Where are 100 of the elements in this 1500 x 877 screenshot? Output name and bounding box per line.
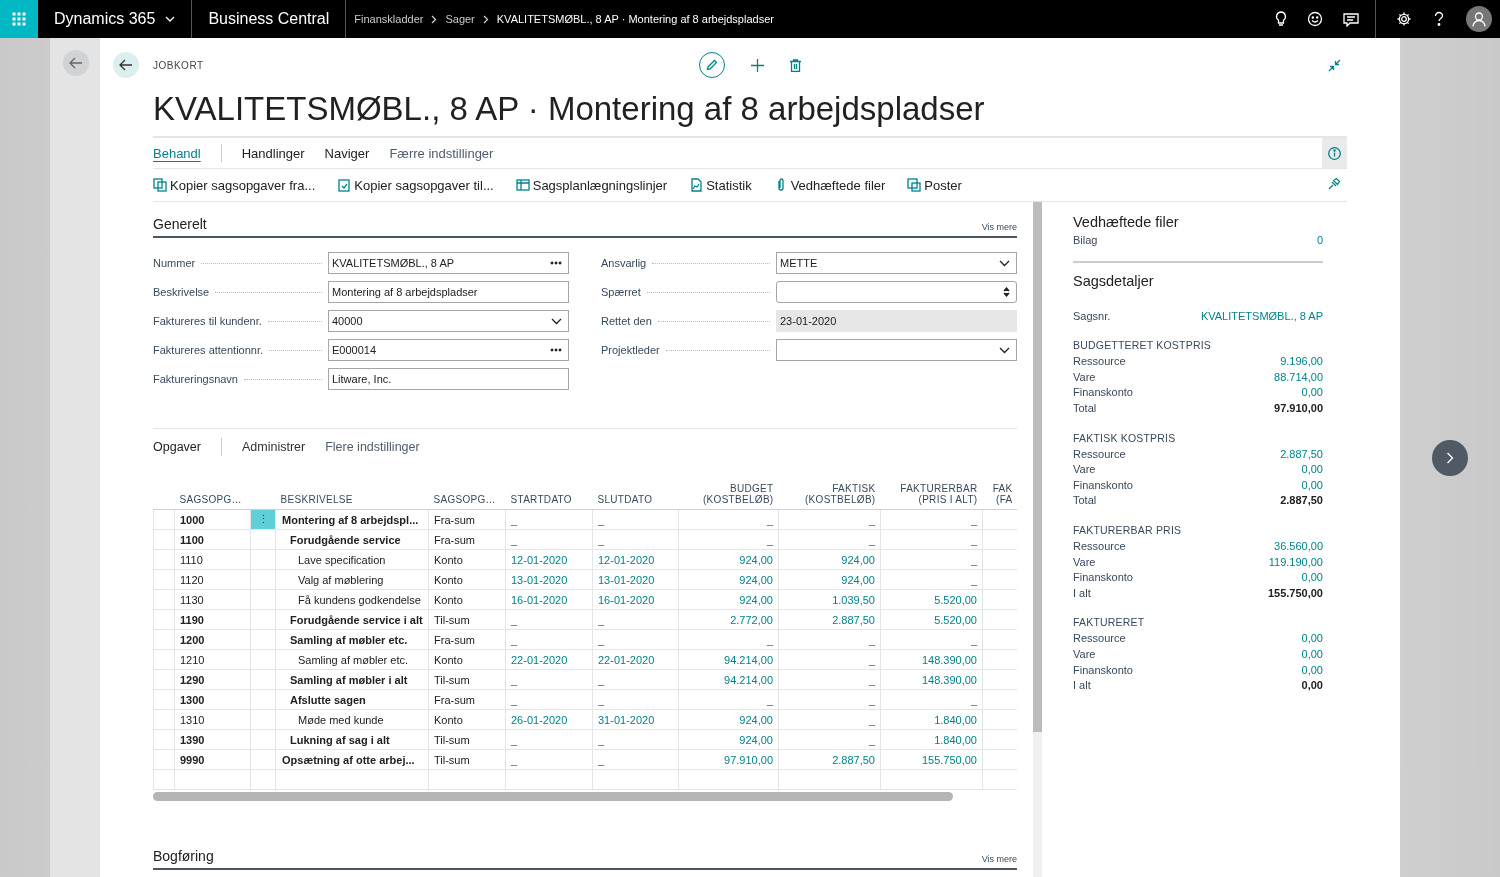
table-row[interactable]: 1190 Forudgående service i alt Til-sum _ _ 2.772,00 2.887,50 5.520,00 xyxy=(153,609,1017,630)
input-field[interactable]: 40000 xyxy=(328,310,569,332)
table-cell: _ xyxy=(678,629,779,650)
action-tab[interactable]: Handlinger xyxy=(241,143,305,163)
next-button[interactable] xyxy=(1432,440,1468,476)
factbox-value[interactable]: 0,00 xyxy=(1301,385,1323,401)
table-cell: _ xyxy=(778,689,881,710)
lightbulb-icon[interactable] xyxy=(1275,11,1287,27)
fewer-options-link[interactable]: Færre indstillinger xyxy=(389,145,494,161)
menu-link[interactable]: Administrer xyxy=(241,440,306,454)
factbox-value[interactable]: 88.714,00 xyxy=(1274,369,1323,386)
column-header[interactable]: STARTDATO xyxy=(505,467,593,510)
input-field[interactable] xyxy=(776,281,1017,303)
table-row[interactable]: 9990 Opsætning af otte arbej... Til-sum _ _ 97.910,00 2.887,50 155.750,00 xyxy=(153,749,1017,770)
back-button[interactable] xyxy=(113,52,139,78)
smiley-icon[interactable] xyxy=(1307,11,1323,27)
table-row[interactable]: 1210 Samling af møbler etc. Konto 22-01-2020 22-01-2020 94.214,00 _ 148.390,00 xyxy=(153,649,1017,670)
show-more-link[interactable]: Vis mere xyxy=(981,222,1017,232)
table-row[interactable]: 1110 Lave specification Konto 12-01-2020 12-01-2020 924,00 924,00 _ xyxy=(153,549,1017,570)
action-button[interactable]: Kopier sagsopgaver til... xyxy=(337,177,494,193)
table-row[interactable]: 1000 ⋮ Montering af 8 arbejdspl... Fra-sum _ _ _ _ _ xyxy=(153,509,1017,530)
scrollbar[interactable] xyxy=(153,792,953,801)
column-header[interactable]: BUDGET (KOSTBELØB) xyxy=(678,467,779,510)
factbox-value[interactable]: 0 xyxy=(1316,233,1323,249)
more-options-link[interactable]: Flere indstillinger xyxy=(325,440,420,454)
table-row[interactable]: 1130 Få kundens godkendelse Konto 16-01-2020 16-01-2020 924,00 1.039,50 5.520,00 xyxy=(153,589,1017,610)
factbox-label: Finanskonto xyxy=(1073,662,1133,678)
action-tab[interactable]: Behandl xyxy=(153,143,201,163)
settings-icon[interactable] xyxy=(1396,11,1412,27)
column-header[interactable]: BESKRIVELSE xyxy=(275,467,429,510)
table-cell: Samling af møbler etc. xyxy=(275,629,429,650)
factbox-value[interactable]: 0,00 xyxy=(1301,462,1323,478)
table-cell: _ xyxy=(505,729,593,750)
table-cell: _ xyxy=(880,509,983,530)
factbox-value[interactable]: 0,00 xyxy=(1301,631,1323,647)
table-cell: 1390 xyxy=(174,729,251,750)
column-header[interactable]: FAKTISK (KOSTBELØB) xyxy=(778,467,881,510)
input-field[interactable]: E000014 xyxy=(328,339,569,361)
table-cell: 94.214,00 xyxy=(678,669,779,690)
table-cell: 2.887,50 xyxy=(778,609,881,630)
table-row[interactable]: 1200 Samling af møbler etc. Fra-sum _ _ _ _ _ xyxy=(153,629,1017,650)
table-row[interactable]: 1290 Samling af møbler i alt Til-sum _ _ 94.214,00 _ 148.390,00 xyxy=(153,669,1017,690)
action-button[interactable]: Vedhæftede filer xyxy=(773,177,886,193)
plus-icon[interactable] xyxy=(751,58,764,72)
scrollbar[interactable] xyxy=(1033,202,1042,732)
pin-icon[interactable] xyxy=(1328,177,1341,190)
input-field[interactable]: KVALITETSMØBL., 8 AP xyxy=(328,252,569,274)
column-header[interactable]: FAKTURERBAR (PRIS I ALT) xyxy=(880,467,983,510)
avatar-icon[interactable] xyxy=(1466,6,1492,32)
input-field[interactable] xyxy=(776,339,1017,361)
app-launcher-icon[interactable] xyxy=(0,0,38,38)
breadcrumb[interactable]: Finanskladder xyxy=(354,13,424,25)
table-row[interactable]: 1390 Lukning af sag i alt Til-sum _ _ 924,00 _ 1.840,00 xyxy=(153,729,1017,750)
breadcrumb[interactable]: KVALITETSMØBL., 8 AP · Montering af 8 arbejdspladser xyxy=(496,13,774,25)
table-cell: _ xyxy=(592,629,679,650)
table-cell: 1.840,00 xyxy=(880,729,983,750)
action-button[interactable]: Sagsplanlægningslinjer xyxy=(515,177,668,193)
table-cell: _ xyxy=(505,529,593,550)
breadcrumb[interactable]: Sager xyxy=(445,13,475,25)
info-button[interactable] xyxy=(1322,138,1347,168)
column-header[interactable]: SAGSOPG… xyxy=(174,467,251,510)
factbox-label: Vare xyxy=(1073,646,1096,662)
action-button[interactable]: Statistik xyxy=(689,177,752,193)
factbox-value[interactable]: 0,00 xyxy=(1301,662,1323,679)
input-field[interactable]: Litware, Inc. xyxy=(328,368,569,390)
table-row[interactable]: 1100 Forudgående service Fra-sum _ _ _ _ _ xyxy=(153,529,1017,550)
factbox-value: 0,00 xyxy=(1301,678,1323,694)
field-label: Faktureres attentionnr. xyxy=(153,344,264,356)
column-header[interactable]: SLUTDATO xyxy=(592,467,679,510)
page-title: KVALITETSMØBL., 8 AP · Montering af 8 arbejdspladser xyxy=(153,88,1347,138)
factbox-value[interactable]: 36.560,00 xyxy=(1274,538,1323,555)
trash-icon[interactable] xyxy=(790,58,801,72)
column-header[interactable]: FAK (FA xyxy=(982,467,1017,510)
collapse-icon[interactable] xyxy=(1328,58,1341,72)
chat-icon[interactable] xyxy=(1343,11,1359,27)
table-row[interactable]: 1120 Valg af møblering Konto 13-01-2020 13-01-2020 924,00 924,00 _ xyxy=(153,569,1017,590)
table-row[interactable]: 1310 Møde med kunde Konto 26-01-2020 31-01-2020 924,00 _ 1.840,00 xyxy=(153,709,1017,730)
table-row[interactable]: 1300 Afslutte sagen Fra-sum _ _ _ _ _ xyxy=(153,689,1017,710)
row-menu-button[interactable]: ⋮ xyxy=(251,510,275,529)
group-title: FAKTURERET xyxy=(1073,616,1146,629)
table-cell: Lave specification xyxy=(275,549,429,570)
table-cell: 16-01-2020 xyxy=(592,589,679,610)
input-field[interactable]: METTE xyxy=(776,252,1017,274)
action-button[interactable]: Kopier sagsopgaver fra... xyxy=(153,177,316,193)
input-field[interactable]: Montering af 8 arbejdspladser xyxy=(328,281,569,303)
action-tab[interactable]: Naviger xyxy=(324,143,370,163)
factbox-value[interactable]: 0,00 xyxy=(1301,477,1323,494)
factbox-value[interactable]: 9.196,00 xyxy=(1280,354,1323,370)
table-cell: 1200 xyxy=(174,629,251,650)
show-more-link[interactable]: Vis mere xyxy=(981,854,1017,864)
action-button[interactable]: Poster xyxy=(907,177,962,193)
factbox-value[interactable]: 0,00 xyxy=(1301,646,1323,663)
factbox-value[interactable]: KVALITETSMØBL., 8 AP xyxy=(1200,308,1323,325)
column-header[interactable]: SAGSOPG… xyxy=(428,467,506,510)
factbox-value[interactable]: 2.887,50 xyxy=(1280,446,1323,463)
help-icon[interactable] xyxy=(1434,11,1444,27)
table-cell: _ xyxy=(778,649,881,670)
factbox-value[interactable]: 0,00 xyxy=(1301,570,1323,586)
pencil-icon xyxy=(706,59,718,71)
factbox-value[interactable]: 119.190,00 xyxy=(1268,554,1323,571)
